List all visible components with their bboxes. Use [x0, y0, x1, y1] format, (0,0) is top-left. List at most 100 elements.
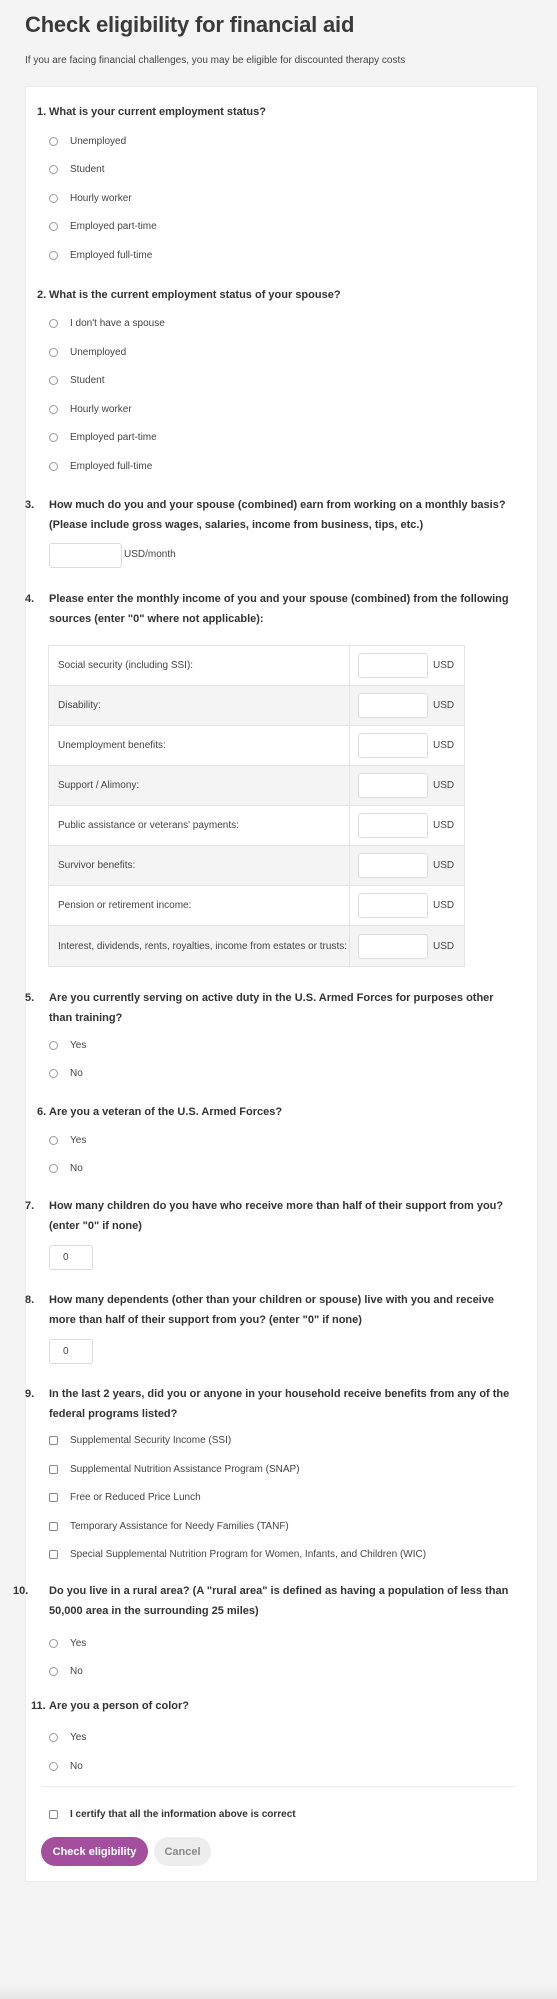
radio-option[interactable]: Employed part-time [49, 218, 157, 234]
question-text: Are you a person of color? [49, 1700, 189, 1712]
income-input[interactable] [358, 733, 428, 758]
checkbox-icon[interactable] [49, 1521, 58, 1531]
income-input[interactable] [358, 893, 428, 918]
option-label: Employed part-time [70, 431, 157, 443]
radio-icon[interactable] [49, 221, 58, 231]
monthly-earnings-input[interactable] [49, 543, 122, 568]
option-label: No [70, 1162, 83, 1174]
option-label: Yes [70, 1731, 87, 1743]
radio-option[interactable]: Hourly worker [49, 401, 132, 417]
table-row: Interest, dividends, rents, royalties, i… [49, 926, 464, 966]
currency-unit: USD [433, 860, 455, 871]
income-source-label: Unemployment benefits: [49, 726, 350, 765]
question-10: 10. Do you live in a rural area? (A "rura… [13, 1581, 511, 1621]
radio-icon[interactable] [49, 347, 58, 357]
question-2: 2. What is the current employment status … [37, 285, 517, 305]
income-source-label: Pension or retirement income: [49, 886, 350, 925]
question-text: How many dependents (other than your chi… [49, 1294, 494, 1326]
radio-option[interactable]: Yes [49, 1132, 86, 1148]
radio-icon[interactable] [49, 1040, 58, 1050]
radio-option[interactable]: Employed full-time [49, 247, 152, 263]
question-number: 1. [37, 106, 47, 118]
radio-icon[interactable] [49, 1163, 58, 1173]
option-label: Hourly worker [70, 403, 132, 415]
option-label: Supplemental Security Income (SSI) [70, 1434, 232, 1446]
question-text: In the last 2 years, did you or anyone i… [49, 1388, 510, 1420]
option-label: No [70, 1760, 83, 1772]
radio-icon[interactable] [49, 1732, 58, 1742]
radio-icon[interactable] [49, 1638, 58, 1648]
option-label: Employed full-time [70, 460, 153, 472]
radio-option[interactable]: Student [49, 372, 104, 388]
checkbox-icon[interactable] [49, 1549, 58, 1559]
income-source-label: Public assistance or veterans' payments: [49, 806, 350, 845]
radio-option[interactable]: Employed part-time [49, 429, 157, 445]
radio-option[interactable]: No [49, 1160, 83, 1176]
radio-option[interactable]: Employed full-time [49, 458, 152, 474]
radio-option[interactable]: No [49, 1663, 83, 1679]
radio-option[interactable]: Yes [49, 1635, 86, 1651]
radio-icon[interactable] [49, 404, 58, 414]
certify-checkbox[interactable]: I certify that all the information above… [49, 1809, 296, 1820]
currency-unit: USD [433, 940, 455, 952]
question-text: Are you a veteran of the U.S. Armed Forc… [49, 1106, 283, 1118]
question-text: Are you currently serving on active duty… [49, 992, 494, 1024]
radio-icon[interactable] [49, 432, 58, 442]
question-number: 8. [25, 1294, 35, 1306]
checkbox-option[interactable]: Free or Reduced Price Lunch [49, 1489, 201, 1505]
question-6: 6. Are you a veteran of the U.S. Armed Fo… [37, 1102, 517, 1122]
income-input[interactable] [358, 693, 428, 718]
checkbox-icon[interactable] [49, 1464, 58, 1474]
radio-icon[interactable] [49, 1666, 58, 1676]
checkbox-icon[interactable] [49, 1810, 58, 1819]
option-label: Unemployed [70, 346, 127, 358]
checkbox-icon[interactable] [49, 1492, 58, 1502]
check-eligibility-button[interactable]: Check eligibility [41, 1837, 148, 1866]
income-input[interactable] [358, 653, 428, 678]
income-input[interactable] [358, 933, 428, 959]
radio-icon[interactable] [49, 461, 58, 471]
income-input[interactable] [358, 813, 428, 838]
option-label: Employed full-time [70, 249, 153, 261]
checkbox-option[interactable]: Supplemental Security Income (SSI) [49, 1432, 231, 1448]
radio-option[interactable]: No [49, 1758, 83, 1774]
income-input[interactable] [358, 773, 428, 798]
radio-option[interactable]: No [49, 1065, 83, 1081]
checkbox-option[interactable]: Supplemental Nutrition Assistance Progra… [49, 1461, 300, 1477]
option-label: Yes [70, 1134, 87, 1146]
radio-option[interactable]: Hourly worker [49, 190, 132, 206]
option-label: Yes [70, 1637, 87, 1649]
radio-icon[interactable] [49, 375, 58, 385]
question-8: 8. How many dependents (other than your c… [25, 1290, 517, 1330]
radio-icon[interactable] [49, 250, 58, 260]
option-label: Free or Reduced Price Lunch [70, 1491, 201, 1503]
checkbox-option[interactable]: Temporary Assistance for Needy Families … [49, 1518, 289, 1534]
radio-icon[interactable] [49, 193, 58, 203]
income-sources-table: Social security (including SSI): USD Dis… [48, 645, 465, 967]
radio-icon[interactable] [49, 1068, 58, 1078]
question-3: 3. How much do you and your spouse (combi… [25, 495, 517, 535]
question-number: 11. [31, 1700, 46, 1712]
radio-option[interactable]: Yes [49, 1729, 86, 1745]
radio-option[interactable]: Student [49, 161, 104, 177]
radio-option[interactable]: Unemployed [49, 133, 126, 149]
question-1: 1. What is your current employment status… [37, 102, 517, 122]
table-row: Public assistance or veterans' payments:… [49, 806, 464, 846]
currency-unit: USD [433, 900, 455, 911]
checkbox-icon[interactable] [49, 1435, 58, 1445]
radio-icon[interactable] [49, 1135, 58, 1145]
radio-option[interactable]: Unemployed [49, 344, 126, 360]
income-input[interactable] [358, 853, 428, 878]
radio-option[interactable]: I don't have a spouse [49, 315, 165, 331]
radio-icon[interactable] [49, 318, 58, 328]
radio-icon[interactable] [49, 164, 58, 174]
checkbox-option[interactable]: Special Supplemental Nutrition Program f… [49, 1546, 426, 1562]
radio-icon[interactable] [49, 136, 58, 146]
question-text: What is the current employment status of… [49, 289, 341, 301]
cancel-button[interactable]: Cancel [154, 1837, 211, 1866]
radio-option[interactable]: Yes [49, 1037, 86, 1053]
dependents-count-input[interactable]: 0 [49, 1339, 93, 1364]
children-count-input[interactable]: 0 [49, 1245, 93, 1270]
radio-icon[interactable] [49, 1761, 58, 1771]
question-text: How much do you and your spouse (combine… [49, 499, 506, 531]
